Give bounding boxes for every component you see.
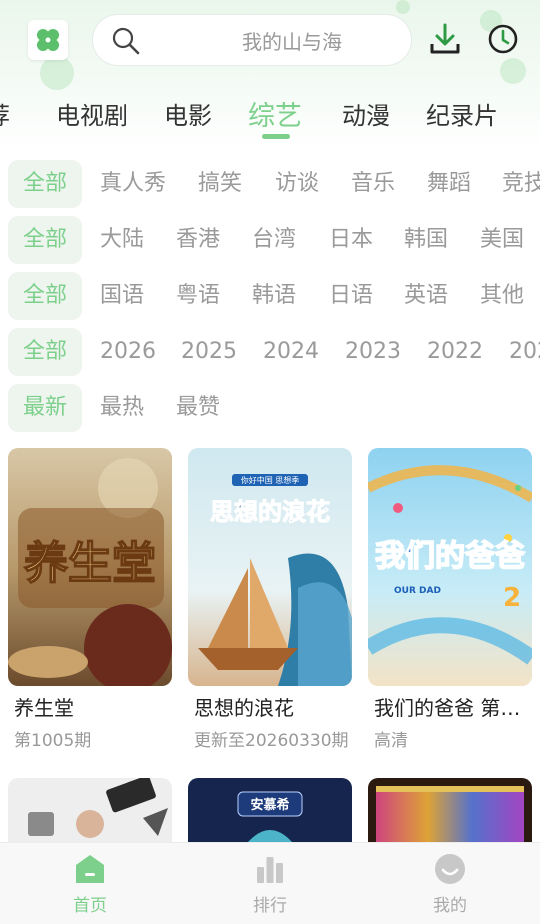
filter-chip[interactable]: 国语 [100, 272, 144, 320]
card-subtitle: 第1005期 [14, 731, 92, 751]
profile-icon [435, 854, 465, 884]
filter-chip[interactable]: 香港 [176, 216, 220, 264]
filter-chip-selected[interactable]: 全部 [8, 160, 82, 208]
filter-row-sort: 最新 最热 最赞 [0, 384, 540, 432]
tab-tv-series[interactable]: 电视剧 [56, 96, 128, 131]
poster-image: 安慕希 [188, 778, 352, 842]
video-poster[interactable]: 我们的爸爸 OUR DAD 2 [368, 448, 532, 686]
category-tabs: 荐 电视剧 电影 综艺 动漫 纪录片 [0, 92, 540, 140]
search-placeholder: 我的山与海 [242, 29, 342, 54]
filter-row-language: 全部 国语 粤语 韩语 日语 英语 其他 [0, 272, 540, 320]
poster-image [368, 778, 532, 842]
filter-row-year: 全部 2026 2025 2024 2023 2022 2021 [0, 328, 540, 376]
filter-chip-selected[interactable]: 最新 [8, 384, 82, 432]
svg-text:思想的浪花: 思想的浪花 [210, 498, 330, 526]
card-subtitle: 更新至20260330期 [194, 731, 349, 751]
filter-chip[interactable]: 其他 [480, 272, 524, 320]
filter-chip[interactable]: 台湾 [252, 216, 296, 264]
filter-chip[interactable]: 2026 [100, 328, 156, 376]
filter-chip[interactable]: 真人秀 [100, 160, 166, 208]
filter-chip[interactable]: 音乐 [351, 160, 395, 208]
filter-chip[interactable]: 最热 [100, 384, 144, 432]
filter-chip-selected[interactable]: 全部 [8, 216, 82, 264]
card-title[interactable]: 养生堂 [14, 692, 170, 721]
decor-bubble [396, 0, 410, 14]
filter-chip[interactable]: 访谈 [275, 160, 319, 208]
filter-chip[interactable]: 粤语 [176, 272, 220, 320]
filter-chip[interactable]: 美国 [480, 216, 524, 264]
nav-label: 首页 [73, 896, 107, 916]
filter-chip[interactable]: 2023 [345, 328, 401, 376]
filter-chip[interactable]: 舞蹈 [427, 160, 471, 208]
nav-home[interactable]: 首页 [40, 843, 140, 924]
filter-chip[interactable]: 最赞 [176, 384, 220, 432]
tab-documentary[interactable]: 纪录片 [426, 96, 498, 131]
filter-chip-selected[interactable]: 全部 [8, 328, 82, 376]
filter-chip[interactable]: 2021 [509, 328, 540, 376]
decor-bubble [500, 58, 526, 84]
filter-row-type: 全部 真人秀 搞笑 访谈 音乐 舞蹈 竞技 [0, 160, 540, 208]
svg-text:OUR DAD: OUR DAD [394, 586, 441, 596]
video-card[interactable]: 养生堂 养生堂 第1005期 [8, 448, 172, 758]
bottom-navigation: 首页 排行 我的 [0, 842, 540, 924]
video-poster[interactable]: 养生堂 [8, 448, 172, 686]
clover-logo-icon [37, 29, 59, 51]
filter-chip[interactable]: 日本 [329, 216, 373, 264]
video-poster[interactable] [8, 778, 172, 842]
filter-chip[interactable]: 韩国 [404, 216, 448, 264]
poster-image: 你好中国 思想季 思想的浪花 [188, 448, 352, 686]
card-subtitle: 高清 [374, 731, 408, 751]
filter-row-region: 全部 大陆 香港 台湾 日本 韩国 美国 [0, 216, 540, 264]
history-icon[interactable] [486, 22, 520, 56]
svg-text:2: 2 [503, 583, 521, 613]
filter-chip[interactable]: 2022 [427, 328, 483, 376]
filter-chip[interactable]: 竞技 [502, 160, 540, 208]
video-poster[interactable] [368, 778, 532, 842]
tab-anime[interactable]: 动漫 [342, 96, 390, 131]
filter-chip[interactable]: 搞笑 [198, 160, 242, 208]
poster-image [8, 778, 172, 842]
active-tab-indicator [262, 134, 290, 139]
nav-label: 我的 [433, 896, 467, 916]
card-title[interactable]: 我们的爸爸 第二季 [374, 692, 530, 721]
filter-chip[interactable]: 大陆 [100, 216, 144, 264]
ranking-icon [257, 857, 283, 883]
filter-chip[interactable]: 英语 [404, 272, 448, 320]
filter-chip[interactable]: 2025 [181, 328, 237, 376]
video-poster[interactable]: 安慕希 [188, 778, 352, 842]
tab-variety[interactable]: 综艺 [248, 94, 302, 133]
video-poster[interactable]: 你好中国 思想季 思想的浪花 [188, 448, 352, 686]
filter-chip-selected[interactable]: 全部 [8, 272, 82, 320]
tab-recommend[interactable]: 荐 [0, 96, 10, 131]
home-icon [76, 855, 104, 883]
nav-profile[interactable]: 我的 [400, 843, 500, 924]
app-logo[interactable] [28, 20, 68, 60]
filter-chip[interactable]: 韩语 [252, 272, 296, 320]
filter-chip[interactable]: 日语 [329, 272, 373, 320]
nav-label: 排行 [253, 896, 287, 916]
download-icon[interactable] [428, 22, 462, 56]
search-bar[interactable]: 我的山与海 [92, 14, 412, 66]
video-card[interactable]: 你好中国 思想季 思想的浪花 思想的浪花 更新至20260330期 [188, 448, 352, 758]
search-icon [112, 27, 140, 55]
header: 我的山与海 荐 电视剧 电影 综艺 动漫 纪录片 [0, 0, 540, 150]
poster-image: 我们的爸爸 OUR DAD 2 [368, 448, 532, 686]
svg-text:养生堂: 养生堂 [24, 538, 156, 589]
decor-bubble [40, 56, 74, 90]
nav-ranking[interactable]: 排行 [220, 843, 320, 924]
poster-image: 养生堂 [8, 448, 172, 686]
card-title[interactable]: 思想的浪花 [194, 692, 350, 721]
filter-chip[interactable]: 2024 [263, 328, 319, 376]
video-card[interactable]: 我们的爸爸 OUR DAD 2 我们的爸爸 第二季 高清 [368, 448, 532, 758]
svg-text:我们的爸爸: 我们的爸爸 [375, 539, 525, 574]
svg-text:你好中国 思想季: 你好中国 思想季 [241, 475, 300, 485]
svg-text:安慕希: 安慕希 [250, 797, 289, 813]
tab-movie[interactable]: 电影 [164, 96, 212, 131]
